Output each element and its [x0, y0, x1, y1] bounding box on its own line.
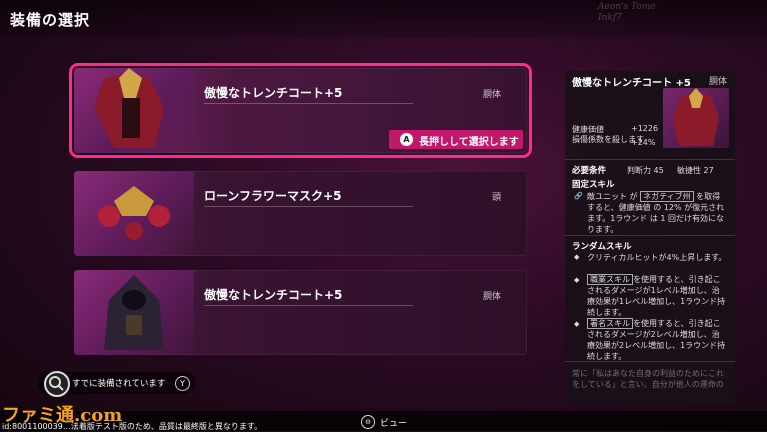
search-icon [44, 371, 70, 397]
a-button-icon: A [400, 133, 413, 146]
hold-to-select-button[interactable]: A 長押しして選択します [389, 130, 523, 149]
top-bar: 装備の選択 Aeon's Tome Inkf7 [0, 0, 767, 38]
detail-item-slot: 胴体 [708, 77, 727, 87]
hooded-cloak-icon [74, 270, 194, 355]
already-equipped-label: すでに装備されています [72, 379, 166, 389]
view-button-icon[interactable]: ⊖ [361, 415, 375, 429]
item-slot: 胴体 [482, 90, 501, 100]
random-skill-text: 職業スキル を使用すると、引き起こされるダメージが1レベル増加し、治療効果が1レベ… [587, 274, 726, 317]
item-detail-panel[interactable]: 傲慢なトレンチコート +5 胴体 健康価値 損傷係数を殺します +1226 +2… [565, 71, 735, 404]
divider [204, 206, 413, 207]
item-slot: 頭 [491, 193, 501, 203]
y-button-icon: Y [175, 376, 190, 391]
detail-trench-coat-icon [663, 88, 729, 148]
divider [204, 305, 413, 306]
divider [204, 103, 413, 104]
hold-button-label: 長押しして選択します [419, 137, 519, 148]
divider [565, 361, 735, 362]
random-skill-title: ランダムスキル [572, 242, 632, 252]
req-agility: 敏捷性 27 [677, 166, 714, 175]
fixed-skill-text: 敵ユニット が ネガティブ州 を取得すると、健康価値 の 12% が復元されます… [587, 191, 725, 234]
stat-value: +24% [631, 138, 656, 147]
equipment-card-2[interactable]: ローンフラワーマスク+5 頭 [74, 171, 527, 256]
already-equipped-toggle[interactable]: すでに装備されています Y [38, 371, 196, 397]
footer-disclaimer: id:8001100039…法着版テスト版のため、品質は最終版と異なります。 [2, 422, 263, 431]
flower-mask-icon [74, 171, 194, 256]
trench-coat-icon [74, 68, 194, 153]
item-slot: 胴体 [482, 292, 501, 302]
detail-item-name: 傲慢なトレンチコート +5 [572, 78, 691, 89]
random-skill-text: 署名スキル を使用すると、引き起こされるダメージが2レベル増加し、治療効果が2レベ… [587, 318, 726, 361]
equipment-card-3[interactable]: 傲慢なトレンチコート+5 胴体 [74, 270, 527, 355]
item-name: 傲慢なトレンチコート+5 [204, 86, 343, 100]
diamond-bullet-icon: ◆ [574, 320, 580, 328]
equipment-card-1[interactable]: 傲慢なトレンチコート+5 胴体 A 長押しして選択します [69, 63, 532, 158]
fixed-skill-title: 固定スキル [572, 180, 615, 190]
item-name: ローンフラワーマスク+5 [204, 189, 342, 203]
divider [565, 235, 735, 236]
item-name: 傲慢なトレンチコート+5 [204, 288, 343, 302]
view-label[interactable]: ビュー [380, 416, 407, 429]
divider [565, 159, 735, 160]
diamond-bullet-icon: ◆ [574, 276, 580, 284]
flavor-text: 常に「私はあなた自身の利益のためにこれをしている」と言い、自分が他人の運命の [572, 369, 724, 389]
random-skill-text: クリティカルヒットが4%上昇します。 [587, 253, 727, 262]
requirements-label: 必要条件 [572, 166, 607, 176]
page-title: 装備の選択 [10, 11, 91, 29]
stat-value: +1226 [631, 124, 659, 133]
diamond-bullet-icon: ◆ [574, 253, 580, 261]
background-scribble: Aeon's Tome Inkf7 [598, 2, 656, 23]
req-judgment: 判断力 45 [627, 166, 664, 175]
link-icon: 🔗 [574, 192, 583, 200]
